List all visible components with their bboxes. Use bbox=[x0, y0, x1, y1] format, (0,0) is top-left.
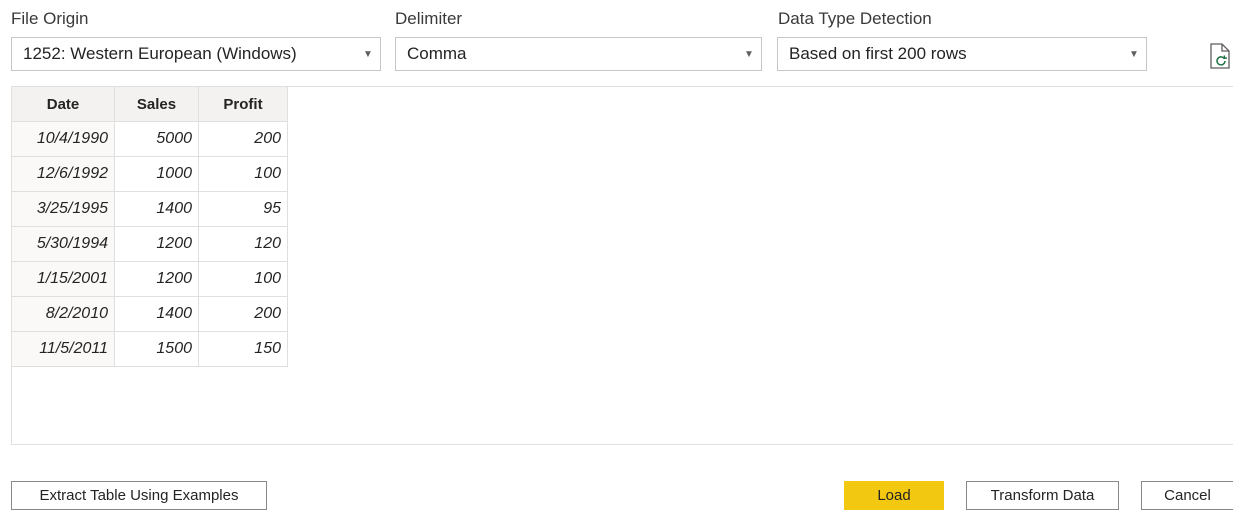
data-preview-pane: Date Sales Profit 10/4/1990 5000 200 12/6/1… bbox=[11, 86, 1233, 445]
cell-sales: 5000 bbox=[114, 121, 199, 157]
file-origin-value: 1252: Western European (Windows) bbox=[23, 44, 297, 63]
cell-sales: 1000 bbox=[114, 156, 199, 192]
data-type-detection-select[interactable]: Based on first 200 rows ▼ bbox=[777, 37, 1147, 71]
delimiter-label: Delimiter bbox=[395, 9, 463, 28]
cell-date: 8/2/2010 bbox=[12, 296, 115, 332]
cell-date: 1/15/2001 bbox=[12, 261, 115, 297]
cell-sales: 1400 bbox=[114, 191, 199, 227]
cell-profit: 120 bbox=[198, 226, 288, 262]
table-row: 8/2/2010 1400 200 bbox=[12, 296, 288, 332]
cell-profit: 200 bbox=[198, 121, 288, 157]
table-row: 11/5/2011 1500 150 bbox=[12, 331, 288, 367]
file-origin-label: File Origin bbox=[11, 9, 89, 28]
table-row: 12/6/1992 1000 100 bbox=[12, 156, 288, 192]
cell-profit: 95 bbox=[198, 191, 288, 227]
table-row: 3/25/1995 1400 95 bbox=[12, 191, 288, 227]
cell-date: 3/25/1995 bbox=[12, 191, 115, 227]
table-row: 10/4/1990 5000 200 bbox=[12, 121, 288, 157]
cell-sales: 1200 bbox=[114, 261, 199, 297]
column-header-sales: Sales bbox=[114, 87, 199, 122]
cell-profit: 200 bbox=[198, 296, 288, 332]
extract-table-button[interactable]: Extract Table Using Examples bbox=[11, 481, 267, 510]
chevron-down-icon: ▼ bbox=[363, 48, 373, 60]
file-origin-select[interactable]: 1252: Western European (Windows) ▼ bbox=[11, 37, 381, 71]
cell-date: 5/30/1994 bbox=[12, 226, 115, 262]
transform-data-button[interactable]: Transform Data bbox=[966, 481, 1119, 510]
header-row: Date Sales Profit bbox=[12, 87, 288, 122]
cell-sales: 1500 bbox=[114, 331, 199, 367]
preview-table: Date Sales Profit 10/4/1990 5000 200 12/6/1… bbox=[12, 87, 288, 367]
cell-date: 11/5/2011 bbox=[12, 331, 115, 367]
delimiter-value: Comma bbox=[407, 44, 467, 63]
load-button[interactable]: Load bbox=[844, 481, 944, 510]
refresh-file-icon[interactable] bbox=[1209, 43, 1231, 69]
cell-profit: 100 bbox=[198, 261, 288, 297]
cell-sales: 1400 bbox=[114, 296, 199, 332]
column-header-profit: Profit bbox=[198, 87, 288, 122]
cell-profit: 150 bbox=[198, 331, 288, 367]
chevron-down-icon: ▼ bbox=[1129, 48, 1139, 60]
table-row: 5/30/1994 1200 120 bbox=[12, 226, 288, 262]
chevron-down-icon: ▼ bbox=[744, 48, 754, 60]
cell-date: 12/6/1992 bbox=[12, 156, 115, 192]
cell-profit: 100 bbox=[198, 156, 288, 192]
column-header-date: Date bbox=[12, 87, 115, 122]
cell-date: 10/4/1990 bbox=[12, 121, 115, 157]
delimiter-select[interactable]: Comma ▼ bbox=[395, 37, 762, 71]
table-row: 1/15/2001 1200 100 bbox=[12, 261, 288, 297]
cancel-button[interactable]: Cancel bbox=[1141, 481, 1233, 510]
cell-sales: 1200 bbox=[114, 226, 199, 262]
data-type-detection-value: Based on first 200 rows bbox=[789, 44, 967, 63]
data-type-detection-label: Data Type Detection bbox=[778, 9, 932, 28]
